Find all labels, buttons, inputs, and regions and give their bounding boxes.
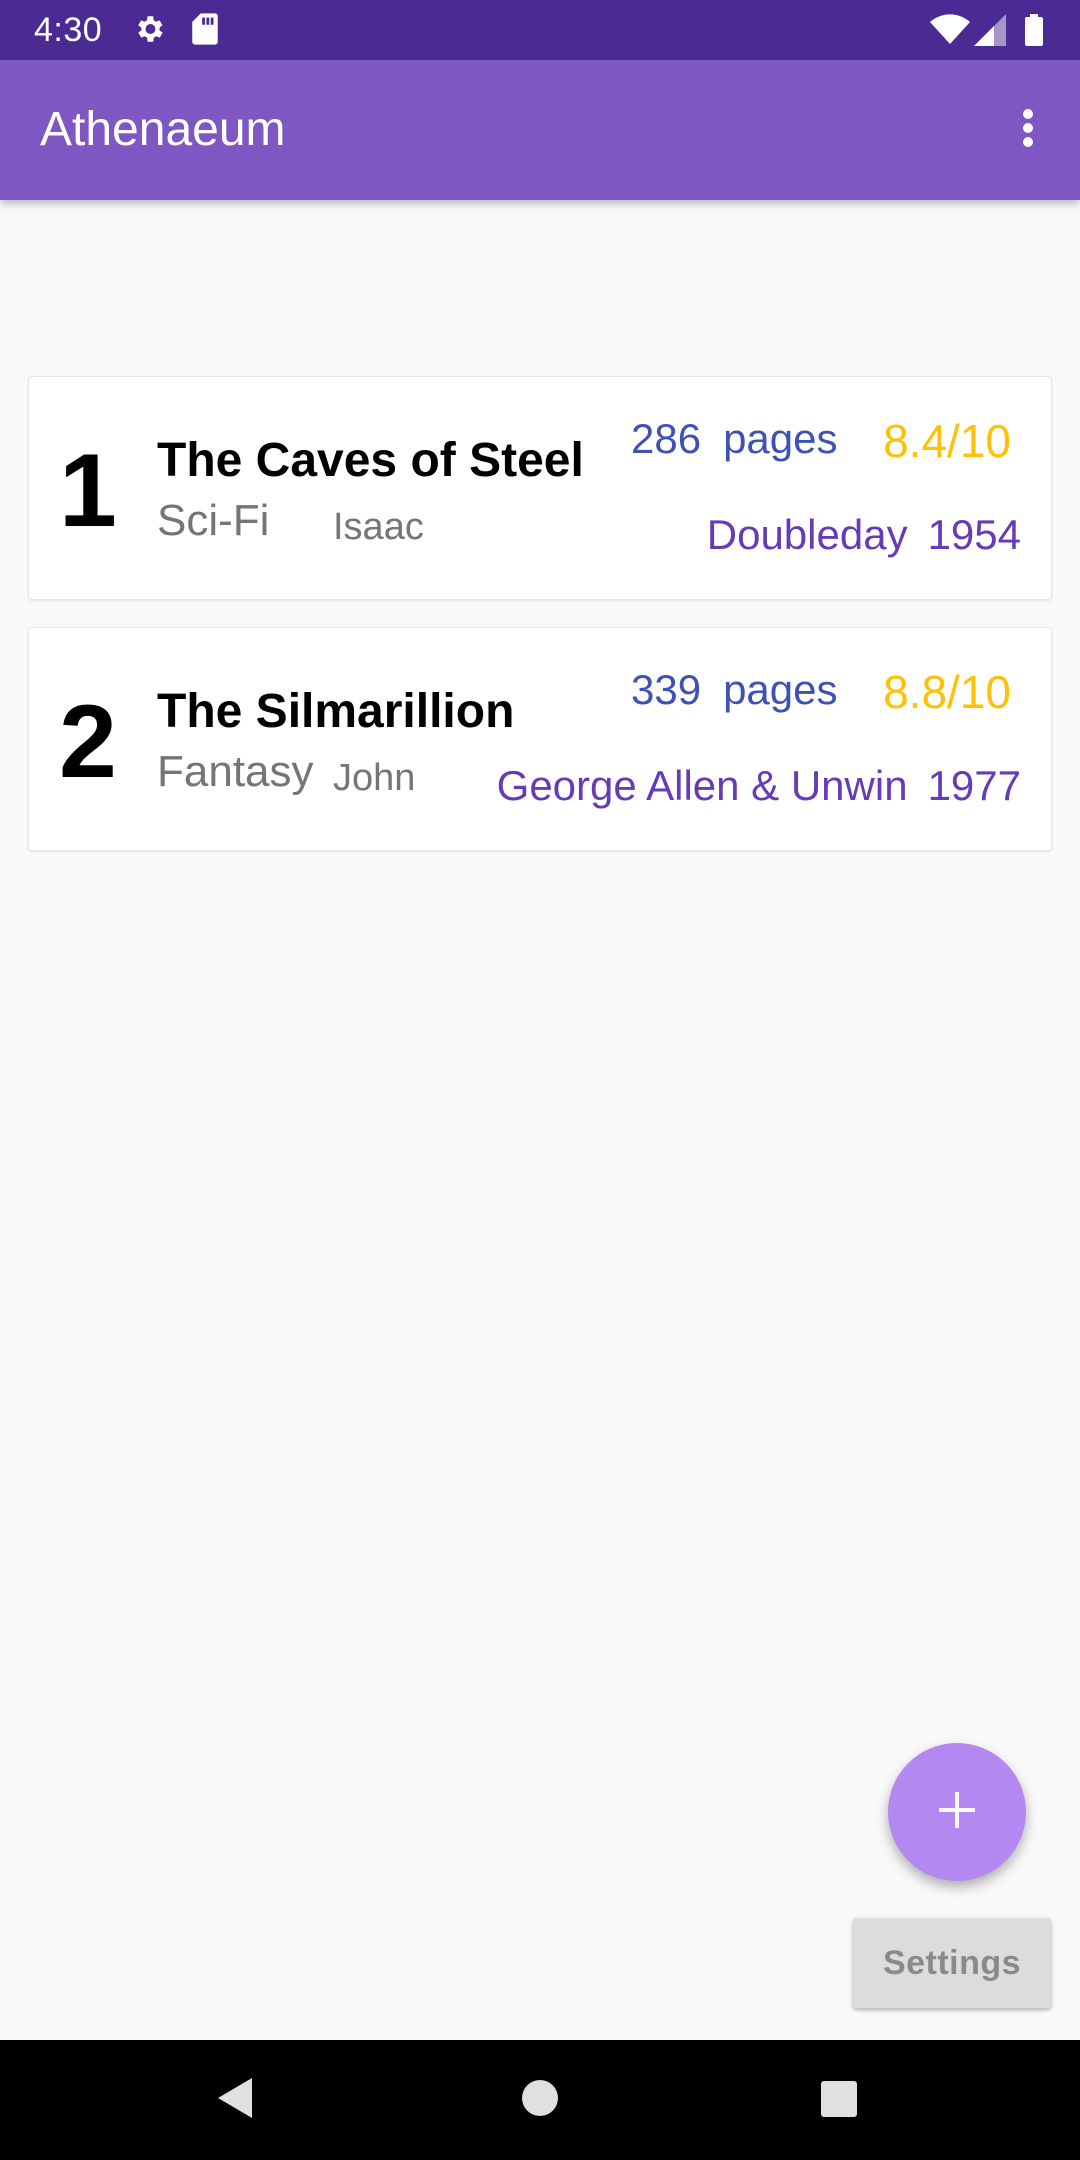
book-publisher-name: George Allen & Unwin xyxy=(496,762,908,809)
book-pages: 339 pages xyxy=(631,666,838,714)
book-pages-label: pages xyxy=(723,666,838,713)
overflow-menu-button[interactable] xyxy=(998,98,1058,162)
book-publisher-name: Doubleday xyxy=(706,511,908,558)
status-bar: 4:30 xyxy=(0,0,1080,60)
battery-icon xyxy=(1024,14,1044,51)
book-rating: 8.4/10 xyxy=(883,415,1011,467)
add-book-button[interactable] xyxy=(888,1743,1026,1881)
book-card[interactable]: 2 The Silmarillion Fantasy John 339 pages… xyxy=(28,627,1052,851)
book-rank: 1 xyxy=(59,433,117,549)
wifi-icon xyxy=(930,14,970,51)
book-genre: Sci-Fi xyxy=(157,496,270,545)
navigation-bar xyxy=(0,2040,1080,2160)
book-author: Isaac xyxy=(333,506,424,548)
book-pages: 286 pages xyxy=(631,415,838,463)
book-year: 1954 xyxy=(927,511,1021,558)
book-pages-count: 339 xyxy=(631,666,702,713)
book-publisher: George Allen & Unwin 1977 xyxy=(497,762,1021,810)
book-pages-count: 286 xyxy=(631,415,702,462)
book-rating: 8.8/10 xyxy=(883,666,1011,718)
book-list: 1 The Caves of Steel Sci-Fi Isaac 286 pag… xyxy=(28,376,1052,878)
recents-icon[interactable] xyxy=(820,2080,858,2123)
settings-button[interactable]: Settings xyxy=(853,1918,1051,2008)
plus-icon xyxy=(937,1790,977,1835)
home-icon[interactable] xyxy=(520,2078,560,2123)
book-year: 1977 xyxy=(927,762,1021,809)
book-title: The Silmarillion xyxy=(157,685,515,738)
app-bar: Athenaeum xyxy=(0,60,1080,200)
status-time: 4:30 xyxy=(34,11,103,49)
more-vert-icon xyxy=(1022,108,1034,153)
book-genre: Fantasy xyxy=(157,747,314,796)
book-card[interactable]: 1 The Caves of Steel Sci-Fi Isaac 286 pag… xyxy=(28,376,1052,600)
back-icon[interactable] xyxy=(216,2076,256,2125)
sd-card-icon xyxy=(190,12,220,51)
app-title: Athenaeum xyxy=(40,103,286,156)
gear-icon xyxy=(132,12,166,51)
book-rank: 2 xyxy=(59,684,117,800)
book-publisher: Doubleday 1954 xyxy=(707,511,1021,559)
book-pages-label: pages xyxy=(723,415,838,462)
book-title: The Caves of Steel xyxy=(157,434,584,487)
book-author: John xyxy=(333,757,416,799)
signal-icon xyxy=(974,14,1006,51)
